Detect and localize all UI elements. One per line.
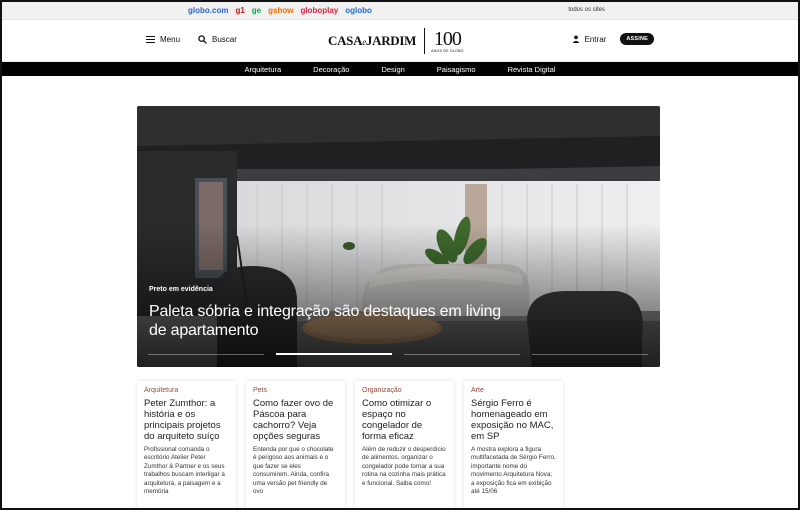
news-card[interactable]: Organização Como otimizar o espaço no con… [355, 381, 454, 508]
nav-item-paisagismo[interactable]: Paisagismo [421, 65, 492, 74]
casa-e-jardim-logo[interactable]: CASAeJARDIM 100 ANOS DE GLOBO [328, 27, 464, 55]
news-card[interactable]: Arte Sérgio Ferro é homenageado em exposi… [464, 381, 563, 508]
logo-wordmark: CASAeJARDIM [328, 33, 417, 48]
brand-link-gshow[interactable]: gshow [268, 6, 293, 15]
login-button[interactable]: Entrar [572, 34, 607, 44]
search-icon [198, 35, 207, 44]
menu-button[interactable]: Menu [146, 35, 180, 44]
brand-link-ge[interactable]: ge [252, 6, 261, 15]
carousel-indicators [148, 353, 648, 355]
brand-link-g1[interactable]: g1 [235, 6, 244, 15]
brand-link-globo-com[interactable]: globo.com [188, 6, 228, 15]
nav-item-revista-digital[interactable]: Revista Digital [492, 65, 572, 74]
all-sites-link[interactable]: todos os sites [568, 7, 605, 13]
hamburger-icon [146, 36, 155, 43]
search-button[interactable]: Buscar [198, 35, 237, 44]
carousel-indicator[interactable] [148, 353, 264, 355]
brand-link-globoplay[interactable]: globoplay [300, 6, 338, 15]
page: globo.com g1 ge gshow globoplay oglobo todos … [0, 0, 800, 510]
header-right: Entrar ASSINE [572, 33, 654, 45]
news-cards: Arquitetura Peter Zumthor: a história e o… [137, 381, 563, 508]
carousel-indicator[interactable] [532, 353, 648, 355]
carousel-indicator[interactable] [276, 353, 392, 355]
card-title[interactable]: Como fazer ovo de Páscoa para cachorro? … [253, 398, 338, 442]
main-navigation: Arquitetura Decoração Design Paisagismo … [2, 62, 798, 76]
card-title[interactable]: Como otimizar o espaço no congelador de … [362, 398, 447, 442]
nav-item-arquitetura[interactable]: Arquitetura [228, 65, 297, 74]
hero-carousel[interactable]: Preto em evidência Paleta sóbria e integ… [137, 106, 660, 367]
site-header: Menu Buscar CASAeJARDIM 100 ANOS DE GLOB… [2, 20, 798, 62]
card-section-label: Arte [471, 387, 484, 394]
card-title[interactable]: Sérgio Ferro é homenageado em exposição … [471, 398, 556, 442]
user-icon [572, 35, 579, 43]
hero-headline[interactable]: Paleta sóbria e integração são destaques… [149, 302, 509, 340]
hero-kicker[interactable]: Preto em evidência [149, 286, 213, 293]
card-title[interactable]: Peter Zumthor: a história e os principai… [144, 398, 229, 442]
search-label: Buscar [212, 35, 237, 44]
card-section-label: Arquitetura [144, 387, 179, 394]
logo-divider [424, 28, 426, 54]
card-summary: Além de reduzir o desperdício de aliment… [362, 446, 446, 487]
card-summary: Profissional comanda o escritório Atelie… [144, 446, 225, 496]
card-section-label: Pets [253, 387, 268, 394]
carousel-indicator[interactable] [404, 353, 520, 355]
header-left: Menu Buscar [146, 35, 237, 44]
news-card[interactable]: Pets Como fazer ovo de Páscoa para cachor… [246, 381, 345, 508]
card-summary: A mostra explora a figura multifacetada … [471, 446, 556, 496]
globo-brand-links: globo.com g1 ge gshow globoplay oglobo [188, 6, 372, 15]
card-summary: Entenda por que o chocolate é perigoso a… [253, 446, 334, 496]
brand-link-oglobo[interactable]: oglobo [345, 6, 372, 15]
login-label: Entrar [584, 34, 607, 44]
news-card[interactable]: Arquitetura Peter Zumthor: a história e o… [137, 381, 236, 508]
nav-item-decoracao[interactable]: Decoração [297, 65, 365, 74]
nav-item-design[interactable]: Design [365, 65, 420, 74]
subscribe-button[interactable]: ASSINE [620, 33, 654, 45]
menu-label: Menu [160, 35, 181, 44]
globo-top-bar: globo.com g1 ge gshow globoplay oglobo todos … [2, 2, 798, 20]
logo-100-anos: 100 ANOS DE GLOBO [431, 27, 464, 53]
card-section-label: Organização [362, 387, 402, 394]
